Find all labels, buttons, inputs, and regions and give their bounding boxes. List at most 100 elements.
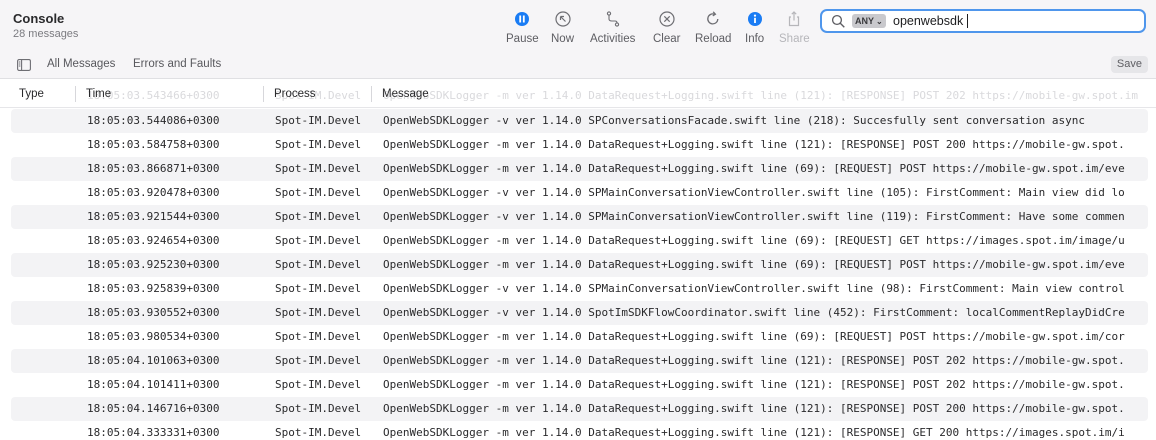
reload-icon [707,11,719,25]
cell-time: 18:05:04.101063+0300 [87,354,220,367]
log-table: 18:05:03.544086+0300 Spot-IM.Devel OpenWeb… [11,109,1148,440]
column-header-type[interactable]: Type [19,88,44,100]
toolbar: Console 28 messages Pause Now Activities… [0,0,1156,52]
cell-message: OpenWebSDKLogger -v ver 1.14.0 SPConvers… [383,114,1085,127]
cell-process: Spot-IM.Devel [275,402,362,415]
table-row[interactable]: 18:05:03.866871+0300 Spot-IM.Devel OpenWeb… [11,157,1148,181]
table-row[interactable]: 18:05:03.925230+0300 Spot-IM.Devel OpenWeb… [11,253,1148,277]
search-icon [831,14,845,28]
ghost-message: OpenWebSDKLogger -m ver 1.14.0 DataReque… [383,89,1138,102]
table-row[interactable]: 18:05:04.333331+0300 Spot-IM.Devel OpenWeb… [11,421,1148,440]
title-block: Console 28 messages [13,11,78,41]
filter-all-messages[interactable]: All Messages [47,58,115,70]
table-row[interactable]: 18:05:03.980534+0300 Spot-IM.Devel OpenWeb… [11,325,1148,349]
filter-errors-faults[interactable]: Errors and Faults [133,58,221,70]
cell-process: Spot-IM.Devel [275,210,362,223]
info-button[interactable]: Info [745,10,764,45]
column-divider[interactable] [75,86,76,102]
activities-button[interactable]: Activities [590,10,635,45]
cell-message: OpenWebSDKLogger -m ver 1.14.0 DataReque… [383,378,1125,391]
cell-time: 18:05:03.584758+0300 [87,138,220,151]
cell-process: Spot-IM.Devel [275,282,362,295]
cell-process: Spot-IM.Devel [275,186,362,199]
chevron-down-icon: ⌄ [876,17,883,26]
column-divider[interactable] [371,86,372,102]
search-field[interactable]: ANY ⌄ openwebsdk [820,9,1146,33]
table-row[interactable]: 18:05:04.101411+0300 Spot-IM.Devel OpenWeb… [11,373,1148,397]
cell-time: 18:05:03.866871+0300 [87,162,220,175]
clear-x-icon [659,11,675,27]
cell-time: 18:05:04.333331+0300 [87,426,220,439]
now-button[interactable]: Now [551,10,574,45]
reload-label: Reload [695,33,732,45]
message-count: 28 messages [13,28,79,40]
search-input[interactable]: openwebsdk [893,13,969,29]
activities-label: Activities [590,33,636,45]
share-button[interactable]: Share [779,10,810,45]
cell-time: 18:05:03.920478+0300 [87,186,220,199]
cell-message: OpenWebSDKLogger -v ver 1.14.0 SPMainCon… [383,282,1125,295]
filter-bar: All Messages Errors and Faults Save [0,52,1156,79]
table-row[interactable]: 18:05:04.146716+0300 Spot-IM.Devel OpenWeb… [11,397,1148,421]
cell-process: Spot-IM.Devel [275,258,362,271]
table-row[interactable]: 18:05:03.920478+0300 Spot-IM.Devel OpenWeb… [11,181,1148,205]
search-query: openwebsdk [893,14,964,28]
cell-message: OpenWebSDKLogger -m ver 1.14.0 DataReque… [383,354,1125,367]
table-row[interactable]: 18:05:03.921544+0300 Spot-IM.Devel OpenWeb… [11,205,1148,229]
pause-button[interactable]: Pause [506,10,539,45]
cell-time: 18:05:03.921544+0300 [87,210,220,223]
cell-process: Spot-IM.Devel [275,234,362,247]
cell-message: OpenWebSDKLogger -m ver 1.14.0 DataReque… [383,402,1125,415]
cell-time: 18:05:03.930552+0300 [87,306,220,319]
column-header-message[interactable]: Message [382,88,429,100]
cell-message: OpenWebSDKLogger -v ver 1.14.0 SPMainCon… [383,186,1125,199]
table-row[interactable]: 18:05:03.924654+0300 Spot-IM.Devel OpenWeb… [11,229,1148,253]
cell-message: OpenWebSDKLogger -m ver 1.14.0 DataReque… [383,234,1125,247]
cell-message: OpenWebSDKLogger -v ver 1.14.0 SPMainCon… [383,210,1125,223]
text-caret [967,14,969,28]
share-icon [789,11,800,27]
clear-button[interactable]: Clear [653,10,680,45]
cell-time: 18:05:03.925230+0300 [87,258,220,271]
cell-process: Spot-IM.Devel [275,162,362,175]
save-button[interactable]: Save [1110,56,1148,73]
cell-time: 18:05:04.101411+0300 [87,378,220,391]
cell-process: Spot-IM.Devel [275,138,362,151]
cell-process: Spot-IM.Devel [275,426,362,439]
table-header: 18:05:03.543466+0300 Spot-IM.Devel OpenW… [0,80,1156,108]
share-label: Share [779,33,810,45]
pause-icon [515,12,530,26]
cell-message: OpenWebSDKLogger -m ver 1.14.0 DataReque… [383,162,1125,175]
table-row[interactable]: 18:05:03.930552+0300 Spot-IM.Devel OpenWeb… [11,301,1148,325]
table-row[interactable]: 18:05:03.925839+0300 Spot-IM.Devel OpenWeb… [11,277,1148,301]
cell-time: 18:05:03.924654+0300 [87,234,220,247]
cell-process: Spot-IM.Devel [275,114,362,127]
cell-message: OpenWebSDKLogger -m ver 1.14.0 DataReque… [383,258,1125,271]
cell-process: Spot-IM.Devel [275,306,362,319]
cell-process: Spot-IM.Devel [275,354,362,367]
cell-process: Spot-IM.Devel [275,330,362,343]
column-header-process[interactable]: Process [274,88,316,100]
column-header-time[interactable]: Time [86,88,111,100]
cell-message: OpenWebSDKLogger -m ver 1.14.0 DataReque… [383,426,1125,439]
reload-button[interactable]: Reload [695,10,731,45]
scrolled-row-ghost: 18:05:03.543466+0300 Spot-IM.Devel OpenW… [0,89,1156,103]
cell-time: 18:05:03.544086+0300 [87,114,220,127]
table-row[interactable]: 18:05:04.101063+0300 Spot-IM.Devel OpenWeb… [11,349,1148,373]
cell-time: 18:05:03.925839+0300 [87,282,220,295]
cell-message: OpenWebSDKLogger -v ver 1.14.0 SpotImSDK… [383,306,1125,319]
window-title: Console [13,11,65,26]
cell-message: OpenWebSDKLogger -m ver 1.14.0 DataReque… [383,138,1125,151]
table-row[interactable]: 18:05:03.544086+0300 Spot-IM.Devel OpenWeb… [11,109,1148,133]
info-icon [747,12,762,26]
table-row[interactable]: 18:05:03.584758+0300 Spot-IM.Devel OpenWeb… [11,133,1148,157]
search-scope-token[interactable]: ANY ⌄ [852,14,886,28]
clear-label: Clear [653,33,681,45]
cell-time: 18:05:03.980534+0300 [87,330,220,343]
cell-message: OpenWebSDKLogger -m ver 1.14.0 DataReque… [383,330,1125,343]
search-scope-label: ANY [855,16,875,26]
activities-icon [606,11,619,27]
sidebar-toggle-icon[interactable] [17,59,31,71]
column-divider[interactable] [263,86,264,102]
info-label: Info [745,33,765,45]
